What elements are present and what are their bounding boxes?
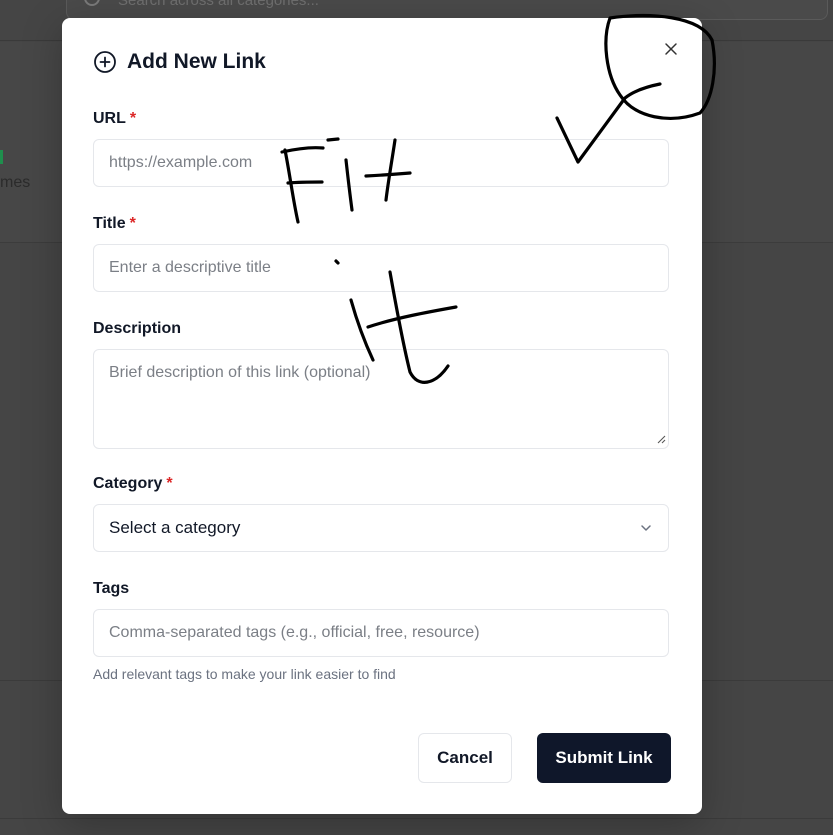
required-mark: * [129, 110, 137, 127]
plus-circle-icon [93, 50, 117, 74]
required-mark: * [129, 215, 136, 232]
category-select-value: Select a category [109, 518, 241, 537]
background-search-placeholder: Search across all categories... [118, 0, 319, 9]
background-accent [0, 150, 3, 164]
category-label-text: Category [93, 475, 163, 492]
title-input[interactable] [93, 244, 669, 292]
url-input[interactable] [93, 139, 669, 187]
description-label: Description [93, 320, 181, 338]
chevron-down-icon [641, 525, 651, 531]
url-label: URL * [93, 110, 136, 128]
resize-handle-icon[interactable] [656, 434, 666, 444]
title-label: Title * [93, 215, 136, 233]
modal-header: Add New Link [93, 48, 266, 76]
description-label-text: Description [93, 320, 182, 337]
add-link-modal: Add New Link URL* Title* Description Cat… [62, 18, 702, 814]
tags-helper-text: Add relevant tags to make your link easi… [93, 666, 396, 682]
title-label-text: Title [93, 215, 126, 232]
category-label: Category * [93, 475, 173, 493]
tags-label-text: Tags [93, 580, 130, 597]
tags-input[interactable] [93, 609, 669, 657]
background-divider [0, 818, 833, 819]
close-button[interactable] [660, 38, 682, 60]
modal-title: Add New Link [127, 50, 266, 73]
cancel-button[interactable]: Cancel [418, 733, 512, 783]
tags-label: Tags [93, 580, 129, 598]
category-select[interactable]: Select a category [93, 504, 669, 552]
background-card-text: mes [0, 174, 31, 191]
required-mark: * [166, 475, 173, 492]
submit-link-button[interactable]: Submit Link [537, 733, 671, 783]
description-textarea[interactable] [93, 349, 669, 449]
close-icon [665, 43, 677, 55]
url-label-text: URL [93, 110, 126, 127]
